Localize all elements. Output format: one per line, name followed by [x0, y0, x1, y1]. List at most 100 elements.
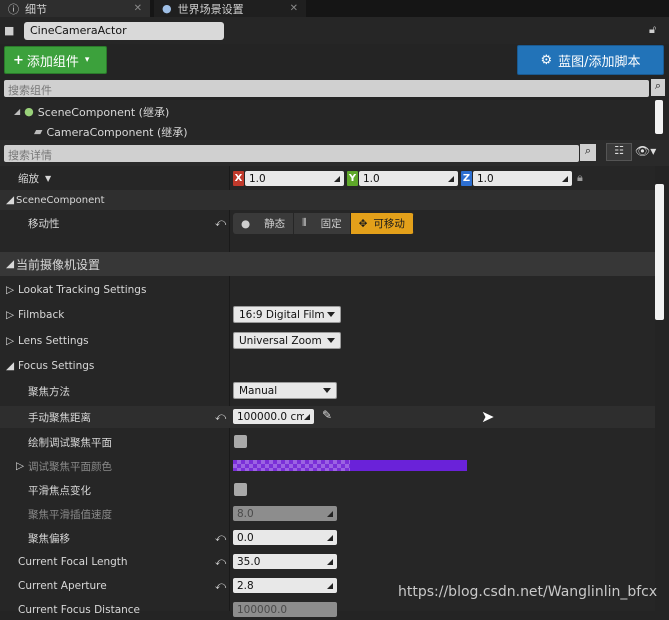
drag-handle-icon[interactable]	[327, 558, 333, 565]
static-icon: ●	[241, 217, 251, 230]
current-aperture-label: Current Aperture	[18, 580, 107, 592]
lens-preset-value: Universal Zoom	[239, 334, 322, 347]
drag-handle-icon[interactable]	[327, 534, 333, 541]
eye-icon[interactable]: 👁︎▾	[635, 144, 656, 158]
reset-to-default-icon[interactable]: ⤺	[215, 217, 226, 230]
reset-to-default-icon[interactable]: ⤺	[215, 411, 226, 424]
mobility-stationary-option[interactable]: ⫴ 固定	[294, 213, 351, 234]
details-scrollbar[interactable]	[655, 184, 664, 320]
focus-offset-label: 聚焦偏移	[28, 532, 70, 545]
scale-z-value: 1.0	[477, 172, 494, 185]
current-focus-distance-label: Current Focus Distance	[18, 604, 141, 616]
z-axis-label: Z	[461, 171, 472, 186]
lookat-row[interactable]: ▷ Lookat Tracking Settings	[0, 280, 655, 300]
smooth-focus-checkbox[interactable]	[234, 483, 247, 496]
mobility-static-label: 静态	[264, 218, 286, 230]
lock-icon[interactable]: 🔒︎	[577, 171, 583, 185]
scale-z-field[interactable]: 1.0	[473, 171, 572, 186]
current-focus-distance-value: 100000.0	[237, 603, 288, 616]
focus-method-value: Manual	[239, 384, 278, 397]
scale-x-value: 1.0	[249, 172, 266, 185]
lock-icon[interactable]: 🔓︎	[649, 23, 656, 37]
add-component-button[interactable]: + 添加组件 ▾	[4, 46, 107, 74]
expand-arrow-icon[interactable]: ◢	[14, 107, 20, 116]
expand-arrow-icon[interactable]: ◢	[6, 194, 14, 206]
reset-to-default-icon[interactable]: ⤺	[215, 580, 226, 593]
search-icon[interactable]: ⌕	[580, 144, 596, 161]
lens-preset-dropdown[interactable]: Universal Zoom	[233, 332, 341, 349]
actor-name-field[interactable]: CineCameraActor	[24, 22, 224, 40]
grid-view-icon[interactable]: ☷	[606, 143, 632, 161]
mobility-movable-option[interactable]: ✥ 可移动	[350, 213, 414, 234]
current-aperture-value: 2.8	[237, 579, 254, 592]
lookat-label: Lookat Tracking Settings	[18, 284, 147, 296]
filmback-label: Filmback	[18, 309, 65, 321]
tab-details[interactable]: ⓘ 细节 ✕	[0, 0, 150, 17]
scale-y-field[interactable]: 1.0	[359, 171, 458, 186]
reset-to-default-icon[interactable]: ⤺	[215, 556, 226, 569]
mobility-movable-label: 可移动	[373, 218, 405, 230]
expand-arrow-icon[interactable]: ◢	[6, 360, 14, 372]
camera-settings-header[interactable]: ◢ 当前摄像机设置	[0, 252, 655, 276]
focus-method-dropdown[interactable]: Manual	[233, 382, 337, 399]
watermark: https://blog.csdn.net/Wanglinlin_bfcx	[398, 584, 658, 600]
smooth-speed-label: 聚焦平滑插值速度	[28, 508, 112, 521]
scene-component-section[interactable]: ◢ SceneComponent	[0, 190, 655, 210]
tree-item-scene-component[interactable]: ◢ ● SceneComponent (继承)	[14, 102, 169, 121]
details-search-input[interactable]: 搜索详情	[4, 145, 579, 162]
drag-handle-icon[interactable]	[304, 413, 310, 420]
filmback-preset-value: 16:9 Digital Film	[239, 308, 325, 321]
tree-item-camera-component[interactable]: ▰ CameraComponent (继承)	[34, 122, 188, 141]
component-search-placeholder: 搜索组件	[8, 84, 52, 97]
scale-x-field[interactable]: 1.0	[245, 171, 344, 186]
mobility-static-option[interactable]: ● 静态	[233, 213, 295, 234]
stationary-icon: ⫴	[302, 217, 307, 229]
chevron-down-icon	[323, 388, 331, 393]
drag-handle-icon	[327, 510, 333, 517]
search-icon[interactable]: ⌕	[651, 79, 665, 96]
focus-settings-row[interactable]: ◢ Focus Settings	[0, 356, 655, 376]
drag-handle-icon[interactable]	[334, 175, 340, 182]
draw-debug-plane-row: 绘制调试聚焦平面	[0, 432, 655, 452]
eyedropper-icon[interactable]: ✎	[322, 408, 332, 422]
move-arrows-icon: ✥	[358, 217, 368, 230]
mobility-label: 移动性	[28, 217, 60, 230]
scale-y-value: 1.0	[363, 172, 380, 185]
details-search-placeholder: 搜索详情	[8, 149, 52, 162]
draw-debug-plane-label: 绘制调试聚焦平面	[28, 436, 112, 449]
close-icon[interactable]: ✕	[290, 3, 298, 14]
tab-world-settings[interactable]: ● 世界场景设置 ✕	[154, 0, 306, 17]
globe-icon: ●	[162, 2, 172, 15]
focus-offset-field[interactable]: 0.0	[233, 530, 337, 545]
filmback-preset-dropdown[interactable]: 16:9 Digital Film	[233, 306, 341, 323]
blueprint-script-label: 蓝图/添加脚本	[558, 54, 641, 70]
drag-handle-icon[interactable]	[562, 175, 568, 182]
focus-settings-label: Focus Settings	[18, 360, 95, 372]
current-focal-length-field[interactable]: 35.0	[233, 554, 337, 569]
dropdown-arrow-icon: ▾	[84, 55, 90, 65]
scene-component-section-label: SceneComponent	[16, 194, 105, 206]
component-tree-scrollbar[interactable]	[655, 100, 663, 134]
debug-plane-color-solid[interactable]	[350, 460, 467, 471]
expand-arrow-icon[interactable]: ◢	[6, 258, 14, 270]
chevron-down-icon[interactable]: ▼	[45, 174, 51, 183]
drag-handle-icon[interactable]	[448, 175, 454, 182]
blueprint-script-button[interactable]: ⚙ 蓝图/添加脚本	[517, 45, 664, 75]
current-aperture-field[interactable]: 2.8	[233, 578, 337, 593]
smooth-speed-field: 8.0	[233, 506, 337, 521]
y-axis-label: Y	[347, 171, 358, 186]
component-search-input[interactable]: 搜索组件	[4, 80, 649, 97]
manual-focus-distance-field[interactable]: 100000.0 cm	[233, 409, 314, 424]
collapsed-arrow-icon[interactable]: ▷	[16, 460, 24, 472]
collapsed-arrow-icon[interactable]: ▷	[6, 284, 14, 296]
reset-to-default-icon[interactable]: ⤺	[215, 532, 226, 545]
mobility-selector: ● 静态 ⫴ 固定 ✥ 可移动	[233, 213, 414, 234]
collapsed-arrow-icon[interactable]: ▷	[6, 335, 14, 347]
focus-method-label: 聚焦方法	[28, 385, 70, 398]
draw-debug-plane-checkbox[interactable]	[234, 435, 247, 448]
collapsed-arrow-icon[interactable]: ▷	[6, 309, 14, 321]
close-icon[interactable]: ✕	[134, 3, 142, 14]
tree-item-label: CameraComponent (继承)	[46, 125, 188, 139]
drag-handle-icon[interactable]	[327, 582, 333, 589]
details-icon: ⓘ	[8, 2, 19, 16]
